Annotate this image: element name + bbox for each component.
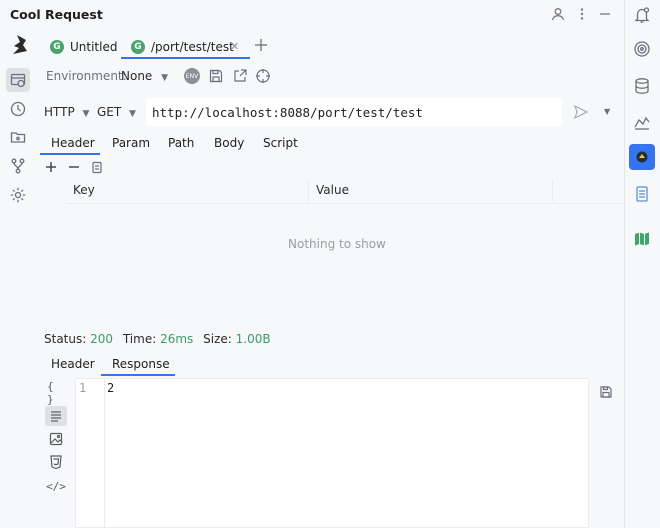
response-editor[interactable] [75, 378, 589, 528]
column-header-value: Value [316, 183, 349, 197]
folder-icon[interactable] [9, 128, 27, 146]
request-tab-param[interactable]: Param [112, 136, 150, 150]
crosshair-icon[interactable] [255, 68, 271, 84]
request-icon[interactable] [9, 71, 27, 89]
chevron-down-icon: ▼ [161, 73, 169, 83]
environment-label: Environment: [46, 69, 127, 83]
minimize-icon[interactable] [597, 6, 613, 22]
protocol-select[interactable]: HTTP ▼ [44, 105, 89, 119]
method-select[interactable]: GET ▼ [97, 105, 136, 119]
status-line: Status: 200 Time: 26ms Size: 1.00B [44, 332, 271, 346]
remove-row-icon[interactable] [68, 161, 80, 173]
cool-request-logo [11, 34, 29, 56]
braces-icon[interactable]: { } [47, 380, 65, 406]
add-row-icon[interactable] [45, 161, 57, 173]
person-icon[interactable] [550, 6, 566, 22]
tab-label: /port/test/test [151, 40, 234, 54]
response-tab-response[interactable]: Response [112, 357, 170, 371]
ai-icon[interactable] [633, 113, 651, 131]
fork-icon[interactable] [9, 157, 27, 175]
save-icon[interactable] [208, 68, 224, 84]
editor-gutter-divider [104, 378, 105, 528]
empty-table-text: Nothing to show [288, 237, 386, 251]
image-icon[interactable] [47, 430, 65, 448]
close-tab-icon[interactable]: ✕ [230, 40, 239, 53]
status-label: Status: [44, 332, 87, 346]
chevron-down-icon: ▼ [129, 109, 136, 119]
chevron-down-icon: ▼ [82, 109, 90, 119]
spiral-icon[interactable] [633, 40, 651, 58]
time-label: Time: [122, 332, 157, 346]
send-icon[interactable] [573, 104, 589, 120]
size-label: Size: [203, 332, 232, 346]
time-value: 26ms [160, 332, 194, 346]
database-icon[interactable] [633, 77, 651, 95]
save-response-icon[interactable] [599, 385, 613, 399]
active-response-tab-indicator [101, 374, 175, 376]
copy-icon[interactable] [91, 160, 103, 174]
map-icon[interactable] [633, 230, 651, 248]
send-options-chevron-icon[interactable]: ▼ [604, 107, 610, 116]
code-icon[interactable]: </> [46, 477, 66, 495]
cool-request-plugin-icon[interactable] [629, 144, 655, 170]
environment-value: None [121, 69, 153, 83]
request-tab-header[interactable]: Header [51, 136, 95, 150]
tab-badge: G [50, 40, 64, 54]
column-divider [308, 180, 309, 202]
external-link-icon[interactable] [232, 68, 248, 84]
tab-port-test-test[interactable]: G /port/test/test [131, 36, 234, 58]
environment-select[interactable]: None ▼ [121, 69, 168, 83]
app-title: Cool Request [10, 7, 103, 22]
tab-label: Untitled [70, 40, 118, 54]
line-number: 1 [79, 381, 87, 395]
request-tab-body[interactable]: Body [214, 136, 244, 150]
protocol-value: HTTP [44, 105, 75, 119]
calculator-icon[interactable] [633, 185, 651, 203]
active-tab-indicator [121, 57, 250, 59]
line-content: 2 [107, 381, 115, 395]
request-tab-path[interactable]: Path [168, 136, 194, 150]
column-header-key: Key [73, 183, 95, 197]
gear-icon[interactable] [9, 186, 27, 204]
more-vertical-icon[interactable] [574, 6, 590, 22]
column-divider [552, 180, 553, 202]
response-tab-header[interactable]: Header [51, 357, 95, 371]
method-value: GET [97, 105, 122, 119]
url-input[interactable] [146, 98, 562, 126]
tab-badge: G [131, 40, 145, 54]
clock-icon[interactable] [9, 100, 27, 118]
tab-untitled[interactable]: G Untitled [50, 36, 117, 58]
text-icon[interactable] [47, 407, 65, 425]
active-request-tab-indicator [40, 153, 100, 155]
request-tab-script[interactable]: Script [263, 136, 298, 150]
environment-manage-icon[interactable]: ENV [184, 68, 200, 84]
notification-bell-icon[interactable] [633, 6, 651, 24]
size-value: 1.00B [235, 332, 271, 346]
status-code: 200 [90, 332, 114, 346]
html5-icon[interactable] [47, 453, 65, 471]
add-tab-icon[interactable] [254, 38, 268, 52]
